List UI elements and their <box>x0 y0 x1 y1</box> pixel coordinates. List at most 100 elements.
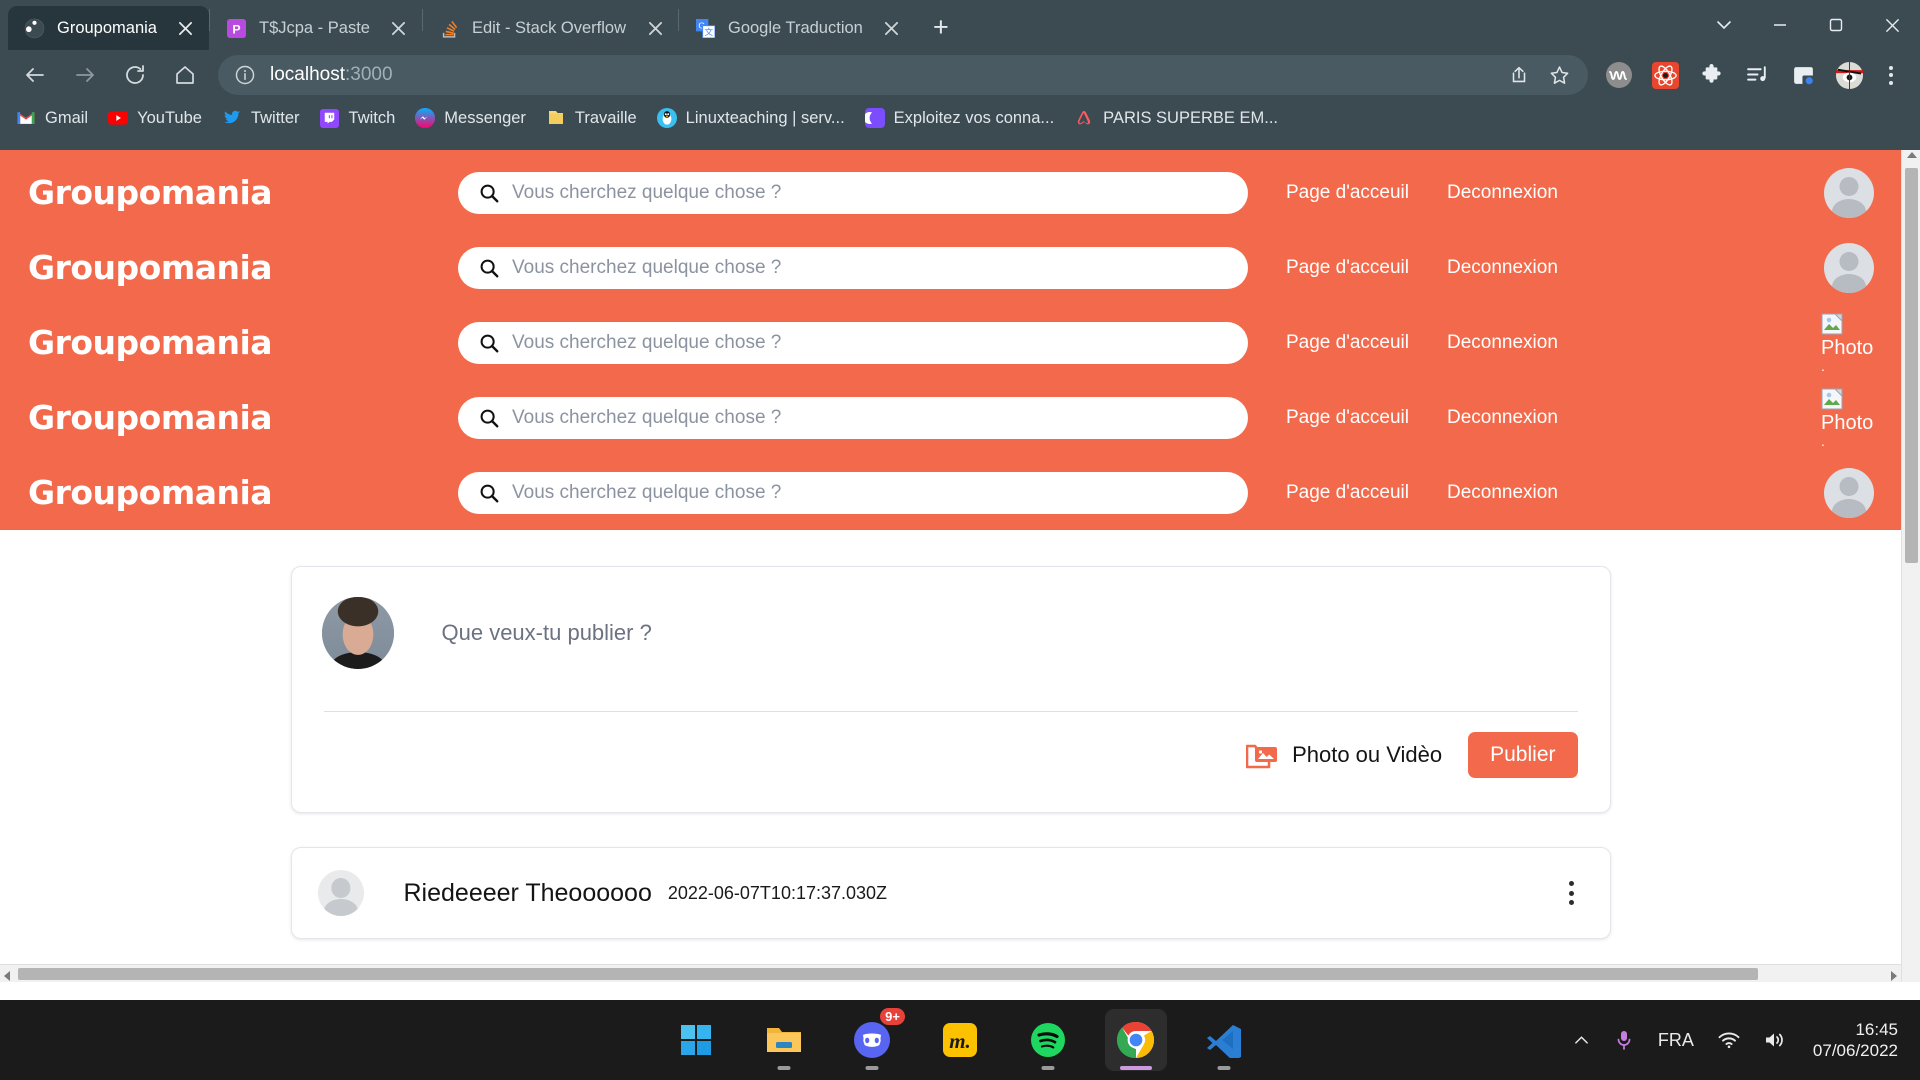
bookmark-youtube[interactable]: YouTube <box>102 105 208 131</box>
start-button[interactable] <box>665 1009 727 1071</box>
add-photo-or-video-button[interactable]: Photo ou Vidèo <box>1245 740 1442 770</box>
vertical-scrollbar[interactable] <box>1901 150 1920 982</box>
search-input[interactable]: Vous cherchez quelque chose ? <box>458 321 1248 364</box>
gmail-icon <box>16 108 36 128</box>
scroll-right-arrow[interactable] <box>1891 971 1897 981</box>
avatar[interactable] <box>1824 167 1874 218</box>
share-icon[interactable] <box>1502 58 1536 92</box>
bookmark-twitch[interactable]: Twitch <box>314 105 402 131</box>
app-logo[interactable]: Groupomania <box>28 473 458 512</box>
new-tab-button[interactable]: + <box>921 7 961 47</box>
broken-image-placeholder[interactable]: Photo . <box>1821 387 1877 448</box>
avatar[interactable] <box>1824 242 1874 293</box>
nav-link-home[interactable]: Page d'acceuil <box>1286 182 1409 204</box>
search-input[interactable]: Vous cherchez quelque chose ? <box>458 246 1248 289</box>
vertical-scroll-thumb[interactable] <box>1905 168 1918 563</box>
nav-link-logout[interactable]: Deconnexion <box>1447 182 1558 204</box>
search-input[interactable]: Vous cherchez quelque chose ? <box>458 471 1248 514</box>
scroll-up-arrow[interactable] <box>1907 152 1917 158</box>
avatar[interactable] <box>321 597 394 669</box>
forward-icon[interactable] <box>64 54 106 96</box>
taskbar-discord[interactable]: 9+ <box>841 1006 907 1071</box>
tab-search-icon[interactable] <box>1696 0 1752 50</box>
bookmark-twitter[interactable]: Twitter <box>216 105 306 131</box>
post-options-icon[interactable] <box>1559 875 1584 911</box>
bookmark-linuxteaching[interactable]: Linuxteaching | serv... <box>651 105 851 131</box>
bookmark-messenger[interactable]: Messenger <box>409 105 532 131</box>
home-icon[interactable] <box>164 54 206 96</box>
taskbar-file-explorer[interactable] <box>753 1009 815 1071</box>
bookmark-paris-superbe[interactable]: PARIS SUPERBE EM... <box>1068 105 1284 131</box>
header-avatar-wrap[interactable] <box>1821 242 1877 293</box>
picture-in-picture-icon[interactable] <box>1783 55 1823 95</box>
nav-link-home[interactable]: Page d'acceuil <box>1286 407 1409 429</box>
microphone-icon[interactable] <box>1602 1009 1646 1071</box>
avatar[interactable] <box>317 870 364 916</box>
app-logo[interactable]: Groupomania <box>28 248 458 287</box>
taskbar-apps: 9+ m. <box>665 1006 1255 1071</box>
search-placeholder: Vous cherchez quelque chose ? <box>512 406 782 428</box>
chevron-up-icon[interactable] <box>1561 1009 1602 1071</box>
close-icon[interactable] <box>638 11 672 45</box>
nav-link-logout[interactable]: Deconnexion <box>1447 482 1558 504</box>
app-logo[interactable]: Groupomania <box>28 173 458 212</box>
puzzle-extension-icon[interactable] <box>1691 55 1731 95</box>
nav-link-logout[interactable]: Deconnexion <box>1447 407 1558 429</box>
nav-link-logout[interactable]: Deconnexion <box>1447 257 1558 279</box>
maximize-icon[interactable] <box>1808 0 1864 50</box>
music-queue-icon[interactable] <box>1737 55 1777 95</box>
profile-avatar-icon[interactable] <box>1829 55 1869 95</box>
taskbar-clock[interactable]: 16:45 07/06/2022 <box>1799 1019 1906 1062</box>
browser-tab-stackoverflow[interactable]: Edit - Stack Overflow <box>423 6 678 50</box>
taskbar-mega[interactable]: m. <box>929 1009 991 1071</box>
star-icon[interactable] <box>1542 58 1576 92</box>
address-bar[interactable]: localhost:3000 <box>218 55 1588 95</box>
broken-image-alt: Photo <box>1821 412 1874 434</box>
nav-link-home[interactable]: Page d'acceuil <box>1286 332 1409 354</box>
composer-actions: Photo ou Vidèo Publier <box>292 712 1610 812</box>
window-controls <box>1696 0 1920 50</box>
nav-link-home[interactable]: Page d'acceuil <box>1286 257 1409 279</box>
broken-image-icon <box>1821 312 1847 338</box>
composer-input[interactable]: Que veux-tu publier ? <box>442 620 652 646</box>
taskbar-google-chrome[interactable] <box>1105 1009 1167 1071</box>
search-input[interactable]: Vous cherchez quelque chose ? <box>458 396 1248 439</box>
wave-extension-icon[interactable] <box>1599 55 1639 95</box>
bookmark-gmail[interactable]: Gmail <box>10 105 94 131</box>
close-icon[interactable] <box>1864 0 1920 50</box>
taskbar-spotify[interactable] <box>1017 1009 1079 1071</box>
bookmark-travaille[interactable]: Travaille <box>540 105 643 131</box>
horizontal-scroll-thumb[interactable] <box>18 968 1758 980</box>
language-indicator[interactable]: FRA <box>1646 1009 1706 1071</box>
publish-button[interactable]: Publier <box>1468 732 1578 778</box>
close-icon[interactable] <box>382 11 416 45</box>
bookmark-openclassrooms[interactable]: Exploitez vos conna... <box>859 105 1061 131</box>
volume-icon[interactable] <box>1752 1009 1799 1071</box>
wifi-icon[interactable] <box>1706 1009 1752 1071</box>
app-logo[interactable]: Groupomania <box>28 323 458 362</box>
back-icon[interactable] <box>14 54 56 96</box>
close-icon[interactable] <box>169 11 203 45</box>
browser-tab-groupomania[interactable]: Groupomania <box>8 6 209 50</box>
reload-icon[interactable] <box>114 54 156 96</box>
header-avatar-wrap[interactable] <box>1821 467 1877 518</box>
three-dot-menu-icon[interactable] <box>1872 55 1910 95</box>
broken-image-placeholder[interactable]: Photo . <box>1821 312 1877 373</box>
search-input[interactable]: Vous cherchez quelque chose ? <box>458 171 1248 214</box>
react-devtools-icon[interactable] <box>1645 55 1685 95</box>
minimize-icon[interactable] <box>1752 0 1808 50</box>
header-avatar-wrap[interactable] <box>1821 167 1877 218</box>
app-logo[interactable]: Groupomania <box>28 398 458 437</box>
avatar[interactable] <box>1824 467 1874 518</box>
app-header-6: Groupomania Vous cherchez quelque chose … <box>0 455 1901 530</box>
horizontal-scrollbar[interactable] <box>0 964 1901 982</box>
messenger-icon <box>415 108 436 128</box>
close-icon[interactable] <box>875 11 909 45</box>
nav-link-logout[interactable]: Deconnexion <box>1447 332 1558 354</box>
browser-tab-google-traduction[interactable]: G文 Google Traduction <box>679 6 915 50</box>
scroll-left-arrow[interactable] <box>4 971 10 981</box>
nav-link-home[interactable]: Page d'acceuil <box>1286 482 1409 504</box>
browser-tab-pastebin[interactable]: P T$Jcpa - Paste <box>210 6 422 50</box>
site-info-icon[interactable] <box>234 64 256 86</box>
taskbar-visual-studio-code[interactable] <box>1193 1009 1255 1071</box>
